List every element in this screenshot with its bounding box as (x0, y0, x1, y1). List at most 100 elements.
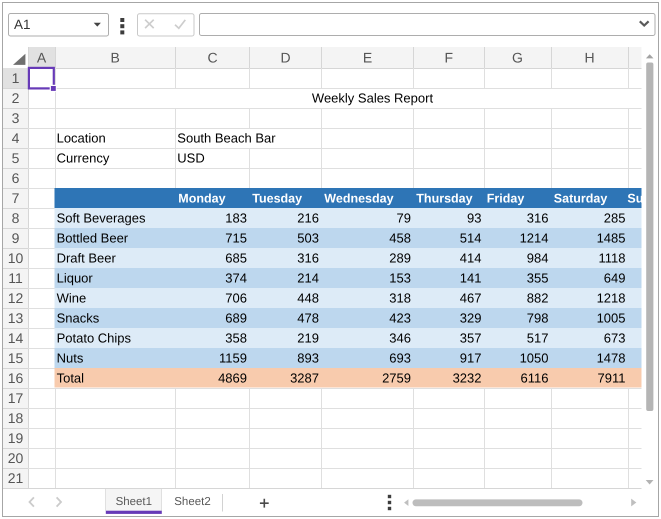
svg-text:318: 318 (389, 291, 411, 306)
svg-text:11: 11 (8, 270, 23, 286)
svg-text:Potato Chips: Potato Chips (57, 331, 132, 346)
svg-text:Saturday: Saturday (554, 192, 608, 206)
svg-text:715: 715 (225, 231, 247, 246)
svg-text:H: H (584, 50, 594, 66)
svg-text:Wednesday: Wednesday (324, 192, 393, 206)
svg-text:2759: 2759 (382, 371, 411, 386)
svg-text:17: 17 (8, 390, 24, 406)
svg-text:20: 20 (8, 450, 24, 466)
svg-text:Weekly Sales Report: Weekly Sales Report (312, 91, 434, 106)
svg-text:Sunday: Sunday (627, 192, 661, 206)
svg-text:219: 219 (297, 331, 319, 346)
svg-text:798: 798 (527, 311, 549, 326)
svg-text:8: 8 (12, 210, 20, 226)
svg-text:Nuts: Nuts (57, 351, 84, 366)
svg-text:F: F (445, 50, 454, 66)
svg-text:Total: Total (57, 371, 85, 386)
svg-text:689: 689 (225, 311, 247, 326)
svg-text:Monday: Monday (178, 192, 225, 206)
svg-text:357: 357 (460, 331, 482, 346)
svg-text:1214: 1214 (520, 231, 549, 246)
svg-text:1118: 1118 (599, 251, 626, 266)
svg-text:3: 3 (12, 110, 20, 126)
svg-text:1478: 1478 (597, 351, 626, 366)
svg-text:374: 374 (225, 271, 247, 286)
svg-text:355: 355 (527, 271, 549, 286)
svg-text:Draft Beer: Draft Beer (57, 251, 117, 266)
svg-text:USD: USD (177, 151, 204, 166)
svg-text:Liquor: Liquor (57, 271, 94, 286)
svg-text:Sheet1: Sheet1 (116, 496, 152, 508)
svg-text:Location: Location (57, 131, 106, 146)
svg-text:467: 467 (460, 291, 482, 306)
svg-text:706: 706 (225, 291, 247, 306)
svg-text:693: 693 (389, 351, 411, 366)
svg-text:1005: 1005 (597, 311, 626, 326)
svg-text:19: 19 (8, 430, 24, 446)
svg-text:E: E (363, 50, 372, 66)
svg-text:316: 316 (297, 251, 319, 266)
svg-text:4: 4 (12, 130, 20, 146)
svg-text:A: A (37, 50, 47, 66)
svg-text:B: B (111, 50, 120, 66)
svg-text:D: D (280, 50, 290, 66)
svg-text:448: 448 (297, 291, 319, 306)
svg-text:514: 514 (460, 231, 482, 246)
svg-text:329: 329 (460, 311, 482, 326)
svg-text:2: 2 (12, 90, 20, 106)
svg-text:685: 685 (225, 251, 247, 266)
svg-text:917: 917 (460, 351, 482, 366)
svg-text:21: 21 (8, 470, 24, 486)
svg-text:Bottled Beer: Bottled Beer (57, 231, 129, 246)
svg-text:16: 16 (8, 370, 24, 386)
svg-text:358: 358 (225, 331, 247, 346)
svg-text:18: 18 (8, 410, 24, 426)
svg-text:93: 93 (467, 211, 481, 226)
svg-text:1: 1 (12, 70, 20, 86)
svg-text:Soft Beverages: Soft Beverages (57, 211, 146, 226)
svg-text:423: 423 (389, 311, 411, 326)
svg-text:882: 882 (527, 291, 549, 306)
svg-text:649: 649 (604, 271, 626, 286)
svg-text:517: 517 (527, 331, 549, 346)
svg-text:6116: 6116 (521, 371, 549, 386)
svg-text:7911: 7911 (598, 371, 626, 386)
svg-text:1218: 1218 (597, 291, 626, 306)
svg-text:3287: 3287 (290, 371, 319, 386)
svg-text:6: 6 (12, 170, 20, 186)
svg-text:A1: A1 (14, 17, 31, 32)
svg-text:673: 673 (604, 331, 626, 346)
svg-text:13: 13 (8, 310, 24, 326)
svg-text:4869: 4869 (218, 371, 247, 386)
svg-text:5: 5 (12, 150, 20, 166)
svg-text:1050: 1050 (520, 351, 549, 366)
svg-text:183: 183 (225, 211, 247, 226)
svg-text:Currency: Currency (57, 151, 110, 166)
svg-text:503: 503 (297, 231, 319, 246)
svg-text:C: C (207, 50, 217, 66)
svg-text:153: 153 (389, 271, 411, 286)
svg-text:Tuesday: Tuesday (252, 192, 302, 206)
svg-text:414: 414 (460, 251, 482, 266)
svg-text:Snacks: Snacks (57, 311, 100, 326)
svg-text:216: 216 (297, 211, 319, 226)
svg-text:346: 346 (389, 331, 411, 346)
svg-text:G: G (512, 50, 523, 66)
svg-text:Wine: Wine (57, 291, 87, 306)
svg-text:893: 893 (297, 351, 319, 366)
svg-text:289: 289 (389, 251, 411, 266)
svg-text:14: 14 (8, 330, 24, 346)
svg-text:Thursday: Thursday (416, 192, 472, 206)
svg-text:316: 316 (527, 211, 549, 226)
svg-text:285: 285 (604, 211, 626, 226)
svg-text:7: 7 (12, 190, 20, 206)
svg-text:9: 9 (12, 230, 20, 246)
svg-text:3232: 3232 (453, 371, 482, 386)
svg-text:South Beach Bar: South Beach Bar (177, 131, 276, 146)
svg-text:Friday: Friday (487, 192, 525, 206)
svg-text:12: 12 (8, 290, 24, 306)
svg-text:478: 478 (297, 311, 319, 326)
svg-text:141: 141 (460, 271, 482, 286)
svg-text:458: 458 (389, 231, 411, 246)
svg-text:79: 79 (397, 211, 411, 226)
